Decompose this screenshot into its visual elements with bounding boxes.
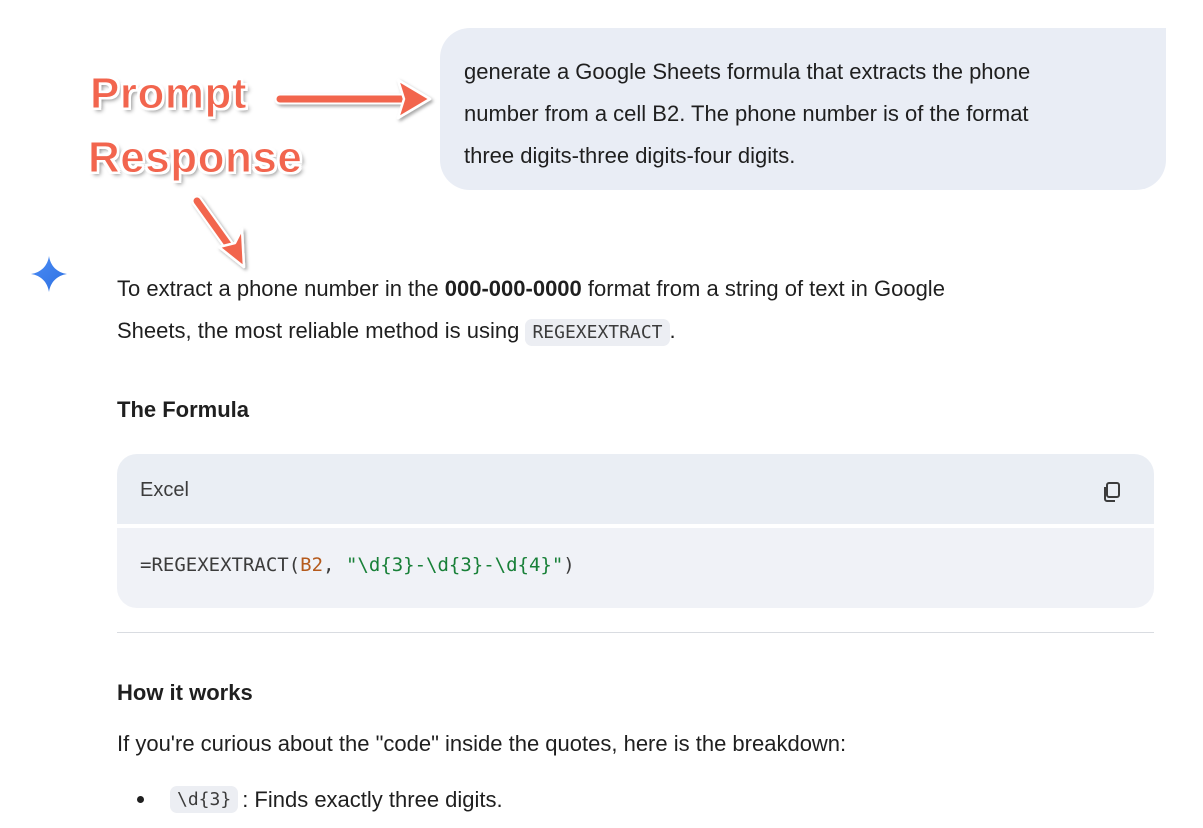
- how-it-works-text: If you're curious about the "code" insid…: [117, 731, 847, 756]
- response-arrow: [191, 195, 246, 269]
- response-annotation-label: Response: [87, 133, 303, 182]
- inline-code-regexextract: REGEXEXTRACT: [525, 319, 670, 346]
- prompt-arrow: [274, 78, 432, 120]
- inline-code-digits: \d{3}: [170, 786, 239, 813]
- how-it-works-heading: How it works: [117, 680, 253, 705]
- prompt-line: three digits-three digits-four digits.: [464, 143, 796, 168]
- code-cell-ref: B2: [300, 554, 324, 576]
- copy-icon[interactable]: [1100, 480, 1124, 504]
- intro-text: .: [669, 318, 676, 343]
- bullet-icon: [137, 796, 144, 803]
- user-prompt-bubble: generate a Google Sheets formula that ex…: [440, 28, 1166, 190]
- code-block-header: Excel: [117, 454, 1154, 524]
- phone-format-bold: 000-000-0000: [444, 276, 582, 301]
- bullet-text: : Finds exactly three digits.: [242, 786, 503, 812]
- list-item: \d{3} : Finds exactly three digits.: [137, 786, 503, 813]
- code-block: Excel =REGEXEXTRACT(B2, "\d{3}-\d{3}-\d{…: [117, 454, 1154, 608]
- code-function: =REGEXEXTRACT(: [140, 554, 301, 576]
- response-intro: To extract a phone number in the 000-000…: [117, 268, 1157, 354]
- prompt-line: generate a Google Sheets formula that ex…: [464, 59, 1031, 84]
- prompt-line: number from a cell B2. The phone number …: [464, 101, 1029, 126]
- intro-text: Sheets, the most reliable method is usin…: [117, 318, 526, 343]
- code-regex-string: "\d{3}-\d{3}-\d{4}": [345, 554, 564, 576]
- code-close-paren: ): [563, 554, 575, 576]
- formula-code: =REGEXEXTRACT(B2, "\d{3}-\d{3}-\d{4}"): [140, 554, 575, 576]
- intro-text: format from a string of text in Google: [581, 276, 945, 301]
- code-language-label: Excel: [140, 479, 189, 501]
- formula-heading: The Formula: [117, 397, 250, 422]
- code-separator: ,: [323, 554, 346, 576]
- code-block-body: =REGEXEXTRACT(B2, "\d{3}-\d{3}-\d{4}"): [117, 528, 1154, 608]
- prompt-annotation-label: Prompt: [90, 69, 248, 118]
- divider: [117, 632, 1154, 633]
- intro-text: To extract a phone number in the: [117, 276, 445, 301]
- gemini-sparkle-icon: [31, 256, 67, 292]
